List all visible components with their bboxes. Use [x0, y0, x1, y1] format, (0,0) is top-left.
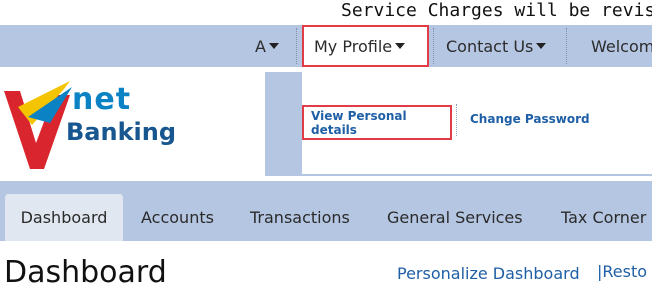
divider — [566, 28, 567, 64]
contact-us-menu[interactable]: Contact Us — [446, 25, 547, 67]
font-size-label: A — [255, 36, 266, 56]
tab-label: Transactions — [250, 208, 350, 227]
restore-link[interactable]: |Resto — [597, 262, 647, 281]
tab-transactions[interactable]: Transactions — [250, 194, 350, 241]
view-personal-details-label: View Personal details — [311, 108, 407, 137]
tab-label: Dashboard — [20, 208, 108, 227]
personalize-dashboard-link[interactable]: Personalize Dashboard — [397, 264, 580, 283]
chevron-down-icon — [536, 43, 547, 49]
contact-us-label: Contact Us — [446, 36, 534, 56]
divider — [456, 104, 457, 136]
chevron-down-icon — [395, 43, 406, 49]
vnet-banking-logo[interactable]: net Banking — [4, 81, 184, 171]
logo-net-text: net — [72, 82, 132, 117]
divider — [433, 28, 434, 64]
tab-tax-corner[interactable]: Tax Corner — [561, 194, 646, 241]
page-title: Dashboard — [4, 255, 167, 290]
welcome-label: Welcom — [591, 36, 652, 56]
font-size-button[interactable]: A — [255, 25, 279, 67]
chevron-down-icon — [268, 43, 279, 49]
change-password-label: Change Password — [470, 112, 590, 126]
tab-label: Accounts — [141, 208, 214, 227]
my-profile-label: My Profile — [314, 36, 393, 56]
ticker-text: Service Charges will be revised v — [341, 0, 652, 21]
top-nav-bar: A My Profile Contact Us Welcom — [0, 25, 652, 67]
my-profile-menu[interactable]: My Profile — [302, 25, 429, 67]
change-password-link[interactable]: Change Password — [470, 112, 590, 126]
announcement-ticker: Service Charges will be revised v — [0, 0, 652, 25]
main-nav-bar: Dashboard Accounts Transactions General … — [0, 181, 652, 241]
tab-accounts[interactable]: Accounts — [141, 194, 214, 241]
tab-dashboard[interactable]: Dashboard — [5, 194, 123, 241]
tab-general-services[interactable]: General Services — [387, 194, 523, 241]
welcome-text: Welcom — [591, 25, 652, 67]
divider — [296, 28, 297, 64]
tab-label: Tax Corner — [561, 208, 647, 227]
logo-banking-text: Banking — [66, 118, 177, 146]
tab-label: General Services — [387, 208, 523, 227]
view-personal-details-link[interactable]: View Personal details — [302, 105, 452, 140]
